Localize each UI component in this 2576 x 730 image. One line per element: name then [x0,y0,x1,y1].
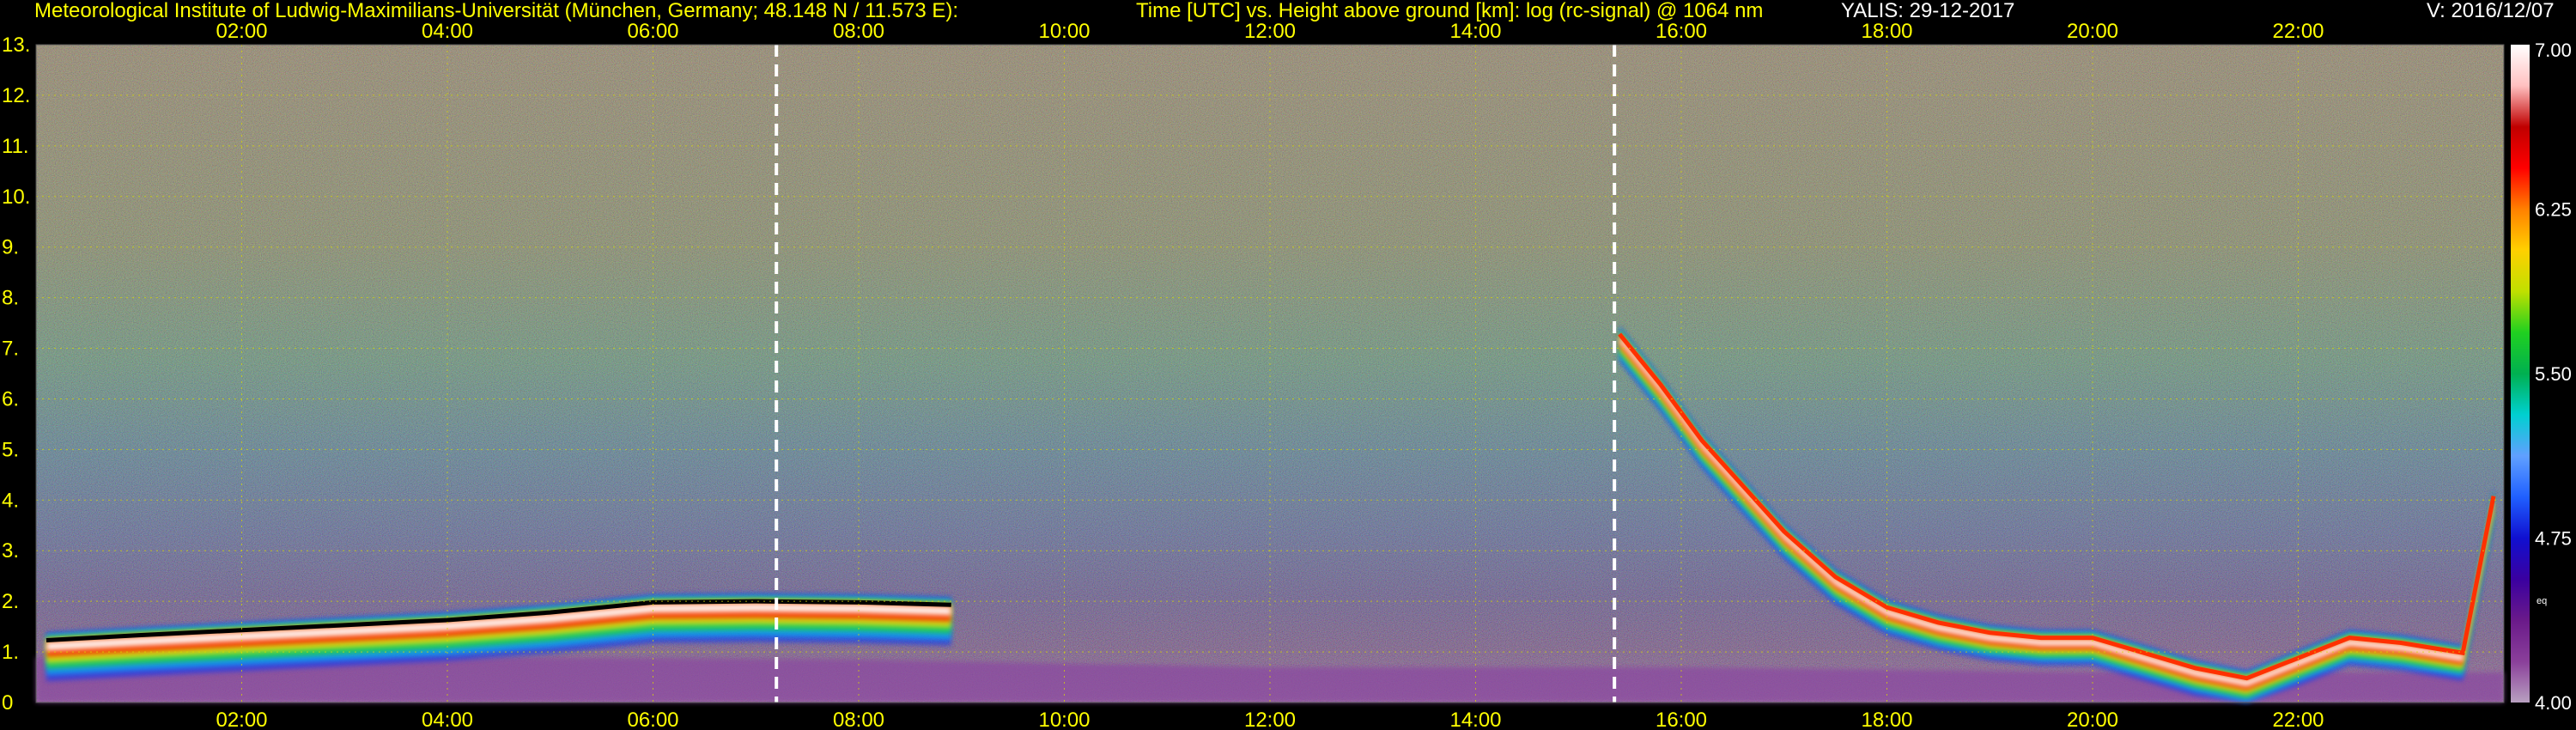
x-tick-label: 18:00 [1861,709,1912,730]
y-tick-label: 0 [2,691,13,715]
y-tick-label: 13. [2,33,30,57]
x-tick-label: 20:00 [2067,709,2118,730]
x-tick-label: 02:00 [216,20,267,43]
colorbar-label: 4.75 [2535,528,2572,550]
y-tick-label: 2. [2,590,19,613]
colorbar-label: 4.00 [2535,692,2572,714]
y-tick-label: 12. [2,84,30,107]
colorbar-unit: eq [2537,596,2547,606]
x-tick-label: 04:00 [422,709,473,730]
colorbar [2511,45,2530,703]
x-tick-label: 14:00 [1449,709,1501,730]
x-tick-label: 04:00 [422,20,473,43]
y-tick-label: 1. [2,641,19,664]
x-tick-label: 18:00 [1861,20,1912,43]
y-tick-label: 6. [2,387,19,411]
x-tick-label: 22:00 [2272,709,2324,730]
x-tick-label: 16:00 [1656,709,1707,730]
x-tick-label: 16:00 [1656,20,1707,43]
colorbar-label: 5.50 [2535,363,2572,385]
x-tick-label: 08:00 [833,709,884,730]
x-tick-label: 22:00 [2272,20,2324,43]
x-tick-label: 12:00 [1244,709,1296,730]
colorbar-label: 7.00 [2535,40,2572,61]
x-tick-label: 06:00 [627,709,678,730]
colorbar-label: 6.25 [2535,199,2572,221]
x-tick-label: 14:00 [1449,20,1501,43]
x-tick-label: 10:00 [1038,20,1090,43]
x-tick-label: 08:00 [833,20,884,43]
y-tick-label: 11. [2,135,29,158]
x-tick-label: 06:00 [627,20,678,43]
y-tick-label: 10. [2,186,30,209]
x-tick-label: 12:00 [1244,20,1296,43]
x-tick-label: 02:00 [216,709,267,730]
x-tick-label: 10:00 [1038,709,1090,730]
y-tick-label: 3. [2,539,19,563]
y-tick-label: 5. [2,438,19,461]
x-tick-label: 20:00 [2067,20,2118,43]
y-tick-label: 9. [2,236,19,259]
lidar-plot-window: Meteorological Institute of Ludwig-Maxim… [0,0,2576,730]
y-tick-label: 7. [2,338,19,361]
heatmap-chart: 02:00 02:00 04:00 04:00 06:00 06:00 08:00 08:00… [2,20,2572,730]
y-tick-label: 4. [2,489,19,512]
y-tick-label: 8. [2,287,19,310]
